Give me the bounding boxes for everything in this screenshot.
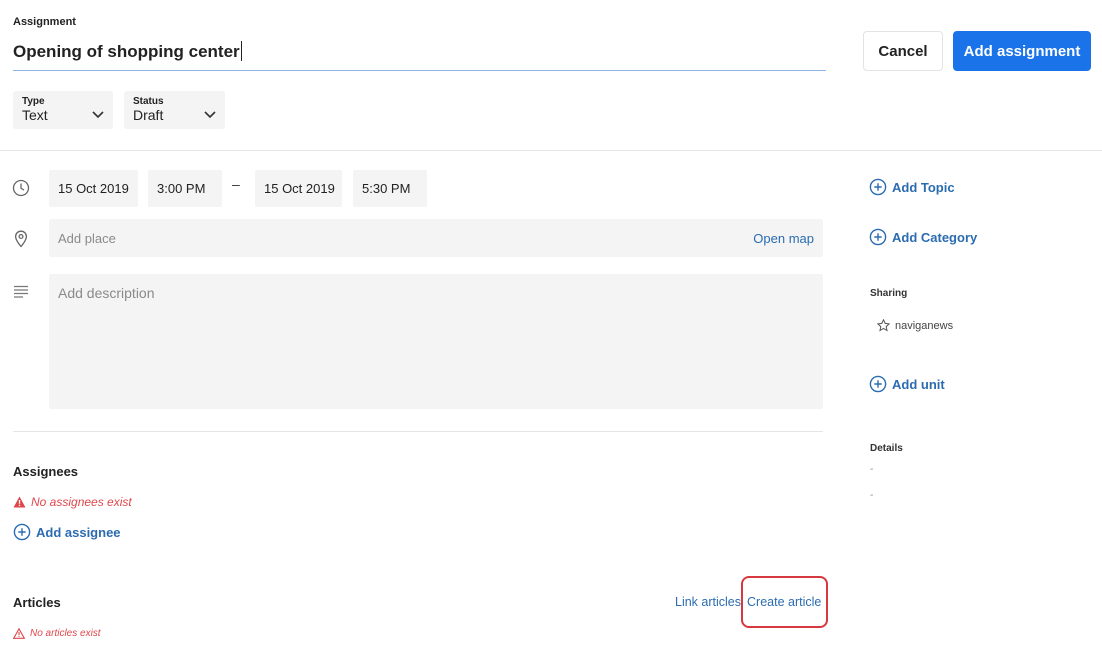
add-category-button[interactable]: Add Category (869, 228, 977, 246)
description-placeholder: Add description (58, 285, 155, 301)
type-dropdown[interactable]: Type Text (13, 91, 113, 129)
add-topic-label: Add Topic (892, 179, 955, 195)
place-input[interactable]: Add place Open map (49, 219, 823, 257)
description-input[interactable]: Add description (49, 274, 823, 409)
end-time-field[interactable]: 5:30 PM (353, 170, 427, 207)
details-line: - (870, 490, 874, 501)
sharing-item[interactable]: naviganews (877, 319, 953, 332)
title-value: Opening of shopping center (13, 42, 240, 61)
no-articles-text: No articles exist (30, 628, 101, 639)
plus-circle-icon (869, 178, 887, 196)
location-pin-icon (14, 230, 28, 248)
start-time-field[interactable]: 3:00 PM (148, 170, 222, 207)
description-lines-icon (14, 285, 28, 298)
no-articles-warning: No articles exist (13, 628, 101, 639)
open-map-link[interactable]: Open map (753, 231, 814, 246)
type-label: Type (22, 96, 45, 107)
place-placeholder: Add place (58, 231, 116, 246)
add-category-label: Add Category (892, 229, 978, 245)
assignees-title: Assignees (13, 464, 79, 479)
plus-circle-icon (869, 228, 887, 246)
clock-icon (12, 179, 30, 197)
sharing-title: Sharing (870, 288, 908, 299)
add-topic-button[interactable]: Add Topic (869, 178, 955, 196)
title-input[interactable]: Opening of shopping center (13, 39, 826, 71)
type-value: Text (22, 107, 48, 123)
status-value: Draft (133, 107, 164, 123)
star-icon (877, 319, 890, 332)
no-assignees-warning: No assignees exist (13, 495, 132, 509)
sharing-item-label: naviganews (895, 319, 954, 332)
no-assignees-text: No assignees exist (31, 495, 132, 509)
add-assignment-button[interactable]: Add assignment (953, 31, 1091, 71)
status-label: Status (133, 96, 164, 107)
details-title: Details (870, 443, 903, 454)
articles-title: Articles (13, 595, 61, 610)
date-range-separator: – (232, 176, 240, 192)
chevron-down-icon (92, 111, 104, 119)
add-unit-button[interactable]: Add unit (869, 375, 945, 393)
content-divider (13, 431, 823, 432)
plus-circle-icon (869, 375, 887, 393)
start-date-field[interactable]: 15 Oct 2019 (49, 170, 138, 207)
add-unit-label: Add unit (892, 376, 945, 392)
warning-icon (13, 628, 25, 639)
details-line: - (870, 464, 874, 475)
text-caret (240, 41, 242, 61)
add-assignee-button[interactable]: Add assignee (13, 523, 121, 541)
link-articles-link[interactable]: Link articles (675, 595, 741, 609)
end-date-field[interactable]: 15 Oct 2019 (255, 170, 342, 207)
chevron-down-icon (204, 111, 216, 119)
plus-circle-icon (13, 523, 31, 541)
header-divider (0, 150, 1102, 151)
cancel-button[interactable]: Cancel (863, 31, 943, 71)
warning-icon (13, 496, 26, 508)
section-label: Assignment (13, 16, 76, 28)
status-dropdown[interactable]: Status Draft (124, 91, 225, 129)
add-assignee-label: Add assignee (36, 524, 121, 540)
create-article-highlight (741, 576, 828, 628)
